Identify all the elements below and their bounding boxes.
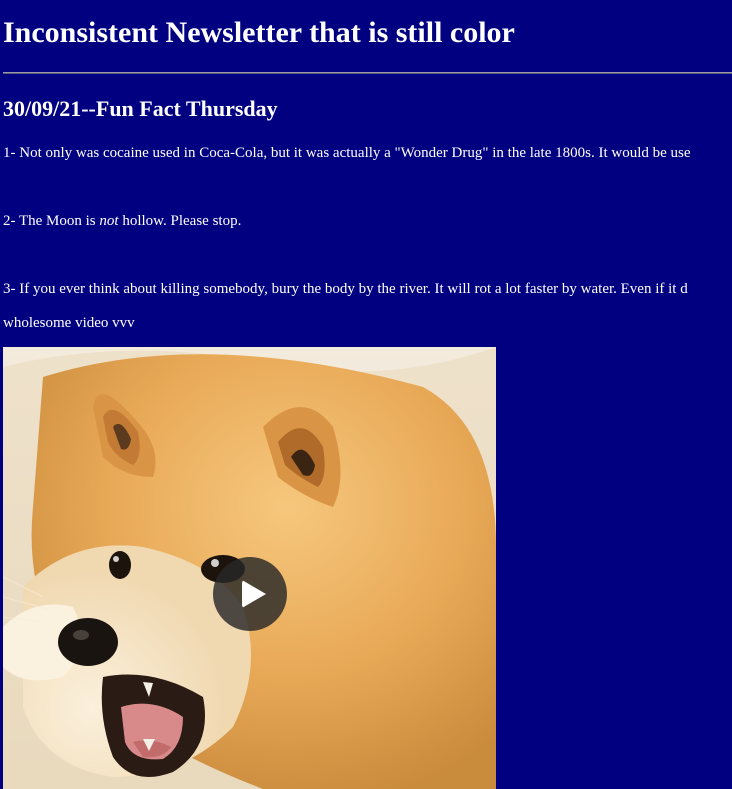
- fun-fact-2-emphasis: not: [99, 213, 119, 229]
- title-divider: [3, 72, 732, 74]
- dog-video-player[interactable]: [3, 347, 496, 789]
- play-icon: [242, 580, 266, 608]
- page-title: Inconsistent Newsletter that is still co…: [3, 16, 515, 49]
- video-caption: wholesome video vvv: [3, 315, 135, 331]
- entry-heading: 30/09/21--Fun Fact Thursday: [3, 96, 278, 121]
- fun-fact-3: 3- If you ever think about killing someb…: [3, 281, 688, 297]
- fun-fact-2: 2- The Moon is not hollow. Please stop.: [3, 211, 241, 231]
- play-button[interactable]: [213, 557, 287, 631]
- fun-fact-1: 1- Not only was cocaine used in Coca-Col…: [3, 145, 691, 161]
- fun-fact-2-start: 2- The Moon is: [3, 213, 100, 229]
- newsletter-page: Inconsistent Newsletter that is still co…: [0, 0, 732, 789]
- fun-fact-2-end: hollow. Please stop.: [118, 213, 242, 229]
